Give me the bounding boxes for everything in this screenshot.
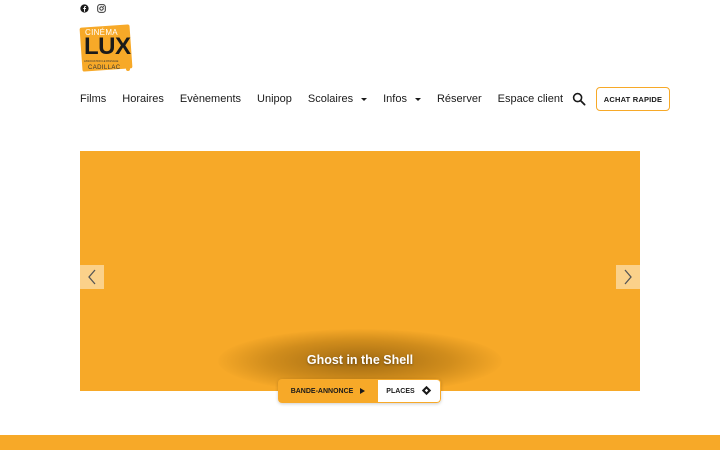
footer-bar [0, 435, 720, 450]
nav-item-unipop[interactable]: Unipop [257, 93, 292, 105]
nav-label: Unipop [257, 93, 292, 105]
nav-item-scolaires[interactable]: Scolaires [307, 93, 368, 105]
ticket-icon [421, 385, 432, 398]
chevron-down-icon [414, 97, 421, 101]
play-icon [360, 388, 366, 394]
main-nav: Films Horaires Evènements Unipop Scolair… [80, 92, 579, 106]
trailer-label: BANDE-ANNONCE [290, 387, 354, 395]
logo-sub-text: ASSOCIATION LE PASSAGE [84, 60, 119, 63]
logo-main-text: LUX [84, 33, 131, 60]
search-icon[interactable] [572, 92, 586, 106]
nav-item-evenements[interactable]: Evènements [180, 93, 241, 105]
nav-item-films[interactable]: Films [80, 93, 106, 105]
hero-actions: BANDE-ANNONCE PLACES [278, 379, 441, 403]
quick-buy-button[interactable]: ACHAT RAPIDE [596, 87, 670, 111]
places-label: PLACES [386, 387, 415, 395]
trailer-button[interactable]: BANDE-ANNONCE [278, 379, 378, 403]
nav-label: Infos [383, 93, 407, 105]
logo-dot [126, 67, 130, 71]
facebook-icon[interactable] [80, 4, 89, 13]
chevron-left-icon [88, 269, 96, 285]
nav-item-horaires[interactable]: Horaires [122, 93, 164, 105]
instagram-icon[interactable] [97, 4, 106, 13]
nav-label: Scolaires [307, 93, 354, 105]
logo-city-text: CADILLAC [88, 65, 121, 71]
nav-item-infos[interactable]: Infos [383, 93, 421, 105]
site-logo[interactable]: CINÉMA LUX ASSOCIATION LE PASSAGE CADILL… [79, 24, 136, 74]
hero-carousel: Ghost in the Shell [80, 151, 640, 391]
chevron-down-icon [361, 97, 368, 101]
social-links [80, 4, 106, 13]
film-title[interactable]: Ghost in the Shell [80, 353, 640, 367]
nav-label: Espace client [497, 93, 564, 105]
carousel-next-button[interactable] [616, 265, 640, 289]
nav-label: Horaires [122, 93, 164, 105]
carousel-prev-button[interactable] [80, 265, 104, 289]
nav-item-reserver[interactable]: Réserver [437, 93, 482, 105]
nav-label: Evènements [179, 93, 242, 105]
chevron-right-icon [624, 269, 632, 285]
nav-item-espace-client[interactable]: Espace client [498, 93, 563, 105]
nav-label: Films [80, 93, 107, 105]
places-button[interactable]: PLACES [378, 379, 441, 403]
nav-label: Réserver [436, 93, 482, 105]
